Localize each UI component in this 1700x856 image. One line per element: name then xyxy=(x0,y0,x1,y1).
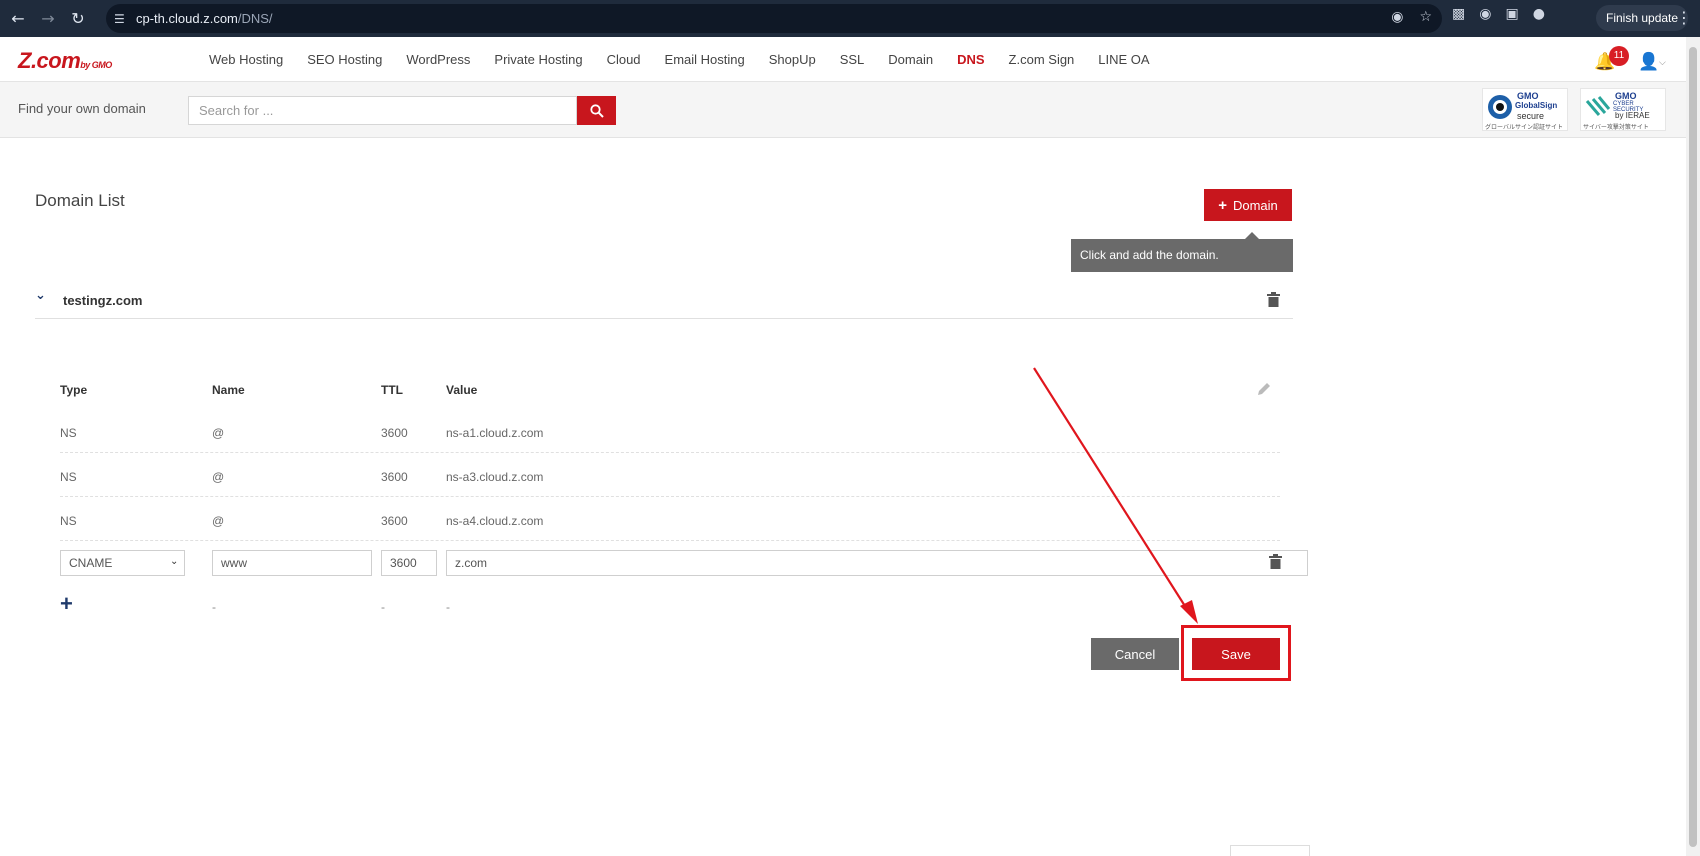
annotation-arrow xyxy=(1033,367,1198,624)
scrollbar-thumb[interactable] xyxy=(1689,47,1697,847)
footer-tab xyxy=(1230,845,1310,856)
annotation-arrow-line xyxy=(1033,367,1191,615)
page-scrollbar[interactable] xyxy=(1686,37,1700,856)
